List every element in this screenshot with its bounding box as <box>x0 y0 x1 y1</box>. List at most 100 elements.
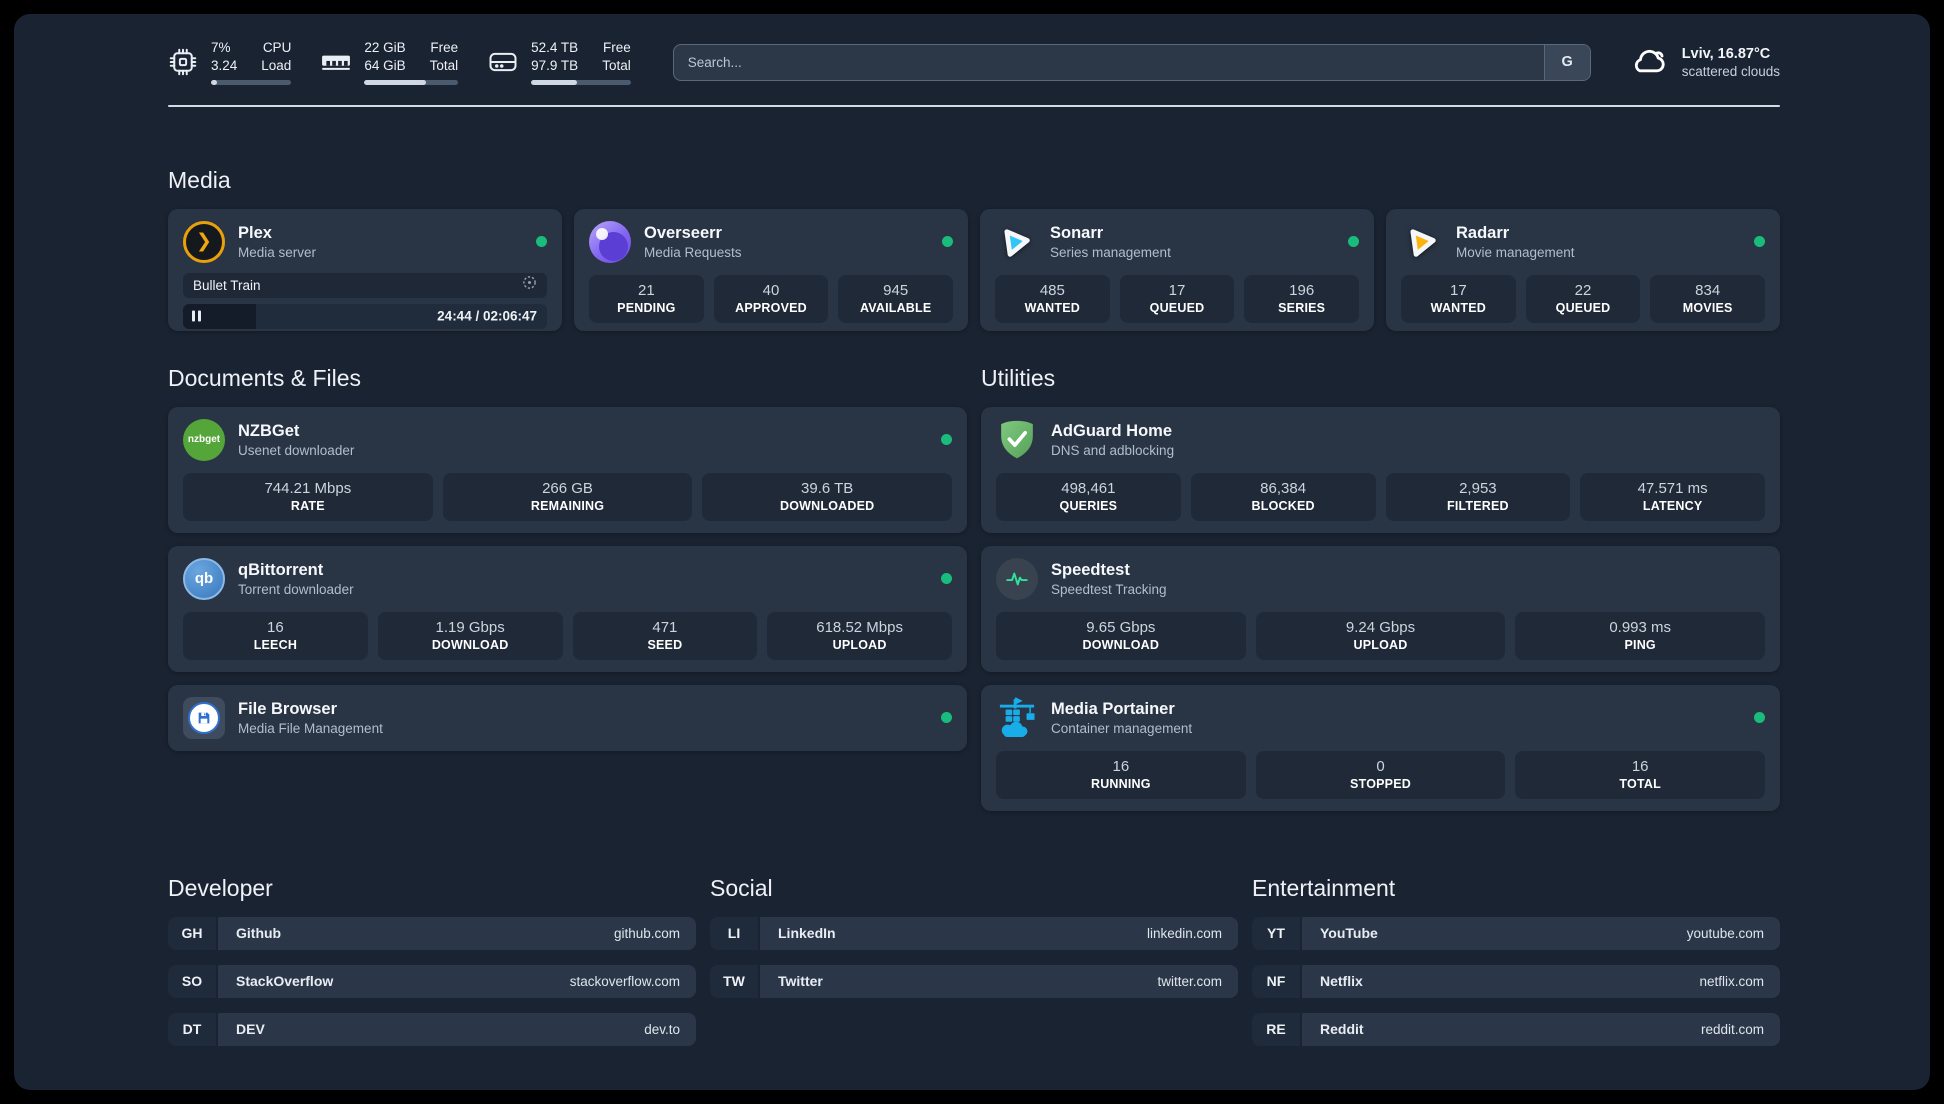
now-playing-row: Bullet Train <box>183 272 547 298</box>
app-name-radarr: Radarr <box>1456 223 1510 242</box>
stat-wanted: 485 WANTED <box>995 274 1110 323</box>
bookmark-stackoverflow[interactable]: SO StackOverflow stackoverflow.com <box>168 964 696 998</box>
status-dot <box>941 573 952 585</box>
stat-download: 9.65 Gbps DOWNLOAD <box>996 611 1246 660</box>
status-dot <box>941 434 952 446</box>
bookmark-youtube[interactable]: YT YouTube youtube.com <box>1252 916 1780 950</box>
search-input[interactable] <box>673 44 1544 80</box>
bookmark-url: stackoverflow.com <box>569 973 680 989</box>
dashboard-page: 7% 3.24 CPU Load 22 GiB 64 GiB Free Tota… <box>14 14 1930 1090</box>
sonarr-icon <box>995 221 1037 263</box>
bookmark-name: Github <box>236 925 282 942</box>
app-card-sonarr[interactable]: Sonarr Series management 485 WANTED 17 QUE… <box>980 208 1374 331</box>
stat-latency: 47.571 ms LATENCY <box>1580 472 1765 521</box>
ram-progress-bar <box>364 79 459 85</box>
app-name-speedtest: Speedtest <box>1051 560 1130 579</box>
app-card-portainer[interactable]: Media Portainer Container management 16 R… <box>981 684 1780 811</box>
filebrowser-icon <box>183 696 225 739</box>
disk-metric: 52.4 TB 97.9 TB Free Total <box>488 40 631 85</box>
bookmark-abbr: YT <box>1252 916 1300 950</box>
stat-download: 1.19 Gbps DOWNLOAD <box>377 611 563 660</box>
bookmark-url: twitter.com <box>1157 973 1222 989</box>
portainer-icon <box>996 696 1038 739</box>
player-progress-bar[interactable]: 24:44 / 02:06:47 <box>183 303 547 329</box>
system-metrics: 7% 3.24 CPU Load 22 GiB 64 GiB Free Tota… <box>168 40 631 85</box>
bookmark-reddit[interactable]: RE Reddit reddit.com <box>1252 1012 1780 1046</box>
bookmark-name: Reddit <box>1320 1021 1364 1038</box>
player-time: 24:44 / 02:06:47 <box>437 308 537 324</box>
cpu-label: CPU <box>262 40 292 55</box>
app-card-nzbget[interactable]: nzbget NZBGet Usenet downloader 744.21 M… <box>168 406 967 533</box>
bookmark-netflix[interactable]: NF Netflix netflix.com <box>1252 964 1780 998</box>
nzbget-icon: nzbget <box>183 418 225 461</box>
stat-stopped: 0 STOPPED <box>1255 750 1506 799</box>
bookmark-abbr: NF <box>1252 964 1300 998</box>
app-desc-radarr: Movie management <box>1456 244 1575 260</box>
ram-total-label: Total <box>429 57 459 73</box>
app-desc-speedtest: Speedtest Tracking <box>1051 581 1167 597</box>
bookmark-dev[interactable]: DT DEV dev.to <box>168 1012 696 1046</box>
bookmark-group-social: Social LI LinkedIn linkedin.com TW Twitte… <box>710 875 1238 1061</box>
status-dot <box>1754 236 1765 248</box>
bookmark-abbr: LI <box>710 916 758 950</box>
bookmark-twitter[interactable]: TW Twitter twitter.com <box>710 964 1238 998</box>
bookmark-name: YouTube <box>1320 925 1378 942</box>
cpu-load-value: 3.24 <box>211 57 238 73</box>
cpu-icon <box>168 47 198 77</box>
app-name-filebrowser: File Browser <box>238 699 338 718</box>
stat-rate: 744.21 Mbps RATE <box>183 472 433 521</box>
bookmark-linkedin[interactable]: LI LinkedIn linkedin.com <box>710 916 1238 950</box>
app-card-adguard[interactable]: AdGuard Home DNS and adblocking 498,461 Q… <box>981 406 1780 533</box>
radarr-icon <box>1401 221 1443 263</box>
cpu-metric: 7% 3.24 CPU Load <box>168 40 292 85</box>
section-title-documents: Documents & Files <box>168 364 362 391</box>
stat-movies: 834 MOVIES <box>1650 274 1766 323</box>
app-card-overseerr[interactable]: Overseerr Media Requests 21 PENDING 40 APP… <box>574 208 968 331</box>
status-dot <box>941 712 952 724</box>
stat-queued: 22 QUEUED <box>1525 274 1641 323</box>
app-card-plex[interactable]: ❯ Plex Media server Bullet Train 24:44 /… <box>168 208 562 331</box>
cpu-progress-bar <box>211 79 292 85</box>
stat-series: 196 SERIES <box>1244 274 1360 323</box>
bookmark-name: DEV <box>236 1021 265 1038</box>
header-divider <box>168 104 1780 107</box>
stat-ping: 0.993 ms PING <box>1515 611 1766 660</box>
bookmark-abbr: RE <box>1252 1012 1300 1046</box>
app-card-filebrowser[interactable]: File Browser Media File Management <box>168 684 967 751</box>
now-playing-title: Bullet Train <box>193 277 261 293</box>
app-card-speedtest[interactable]: Speedtest Speedtest Tracking 9.65 Gbps DO… <box>981 545 1780 672</box>
app-name-qbittorrent: qBittorrent <box>238 560 324 579</box>
nzbget-logo-text: nzbget <box>187 434 221 446</box>
header: 7% 3.24 CPU Load 22 GiB 64 GiB Free Tota… <box>168 40 1780 85</box>
app-desc-portainer: Container management <box>1051 720 1193 736</box>
bookmark-group-developer: Developer GH Github github.com SO StackOv… <box>168 875 696 1061</box>
disk-progress-bar <box>531 79 631 85</box>
disk-total-label: Total <box>602 57 631 73</box>
app-card-qbittorrent[interactable]: qb qBittorrent Torrent downloader 16 LEEC… <box>168 545 967 672</box>
search-engine-button[interactable]: G <box>1543 44 1590 80</box>
weather-location: Lviv, 16.87°C <box>1681 45 1771 62</box>
stat-upload: 618.52 Mbps UPLOAD <box>767 611 952 660</box>
app-desc-filebrowser: Media File Management <box>238 720 383 736</box>
overseerr-icon <box>589 220 631 263</box>
plex-icon: ❯ <box>183 220 225 263</box>
stat-blocked: 86,384 BLOCKED <box>1190 472 1376 521</box>
cloud-icon <box>1629 45 1669 80</box>
ram-total-value: 64 GiB <box>364 57 406 73</box>
stat-pending: 21 PENDING <box>589 274 704 323</box>
speedtest-icon <box>996 557 1038 600</box>
stat-queued: 17 QUEUED <box>1119 274 1235 323</box>
window-frame: 7% 3.24 CPU Load 22 GiB 64 GiB Free Tota… <box>0 0 1944 1104</box>
bookmark-url: github.com <box>613 925 680 941</box>
pause-icon[interactable] <box>192 310 201 322</box>
ram-metric: 22 GiB 64 GiB Free Total <box>321 40 459 85</box>
status-dot <box>942 236 953 248</box>
bookmark-url: linkedin.com <box>1146 925 1222 941</box>
bookmark-abbr: DT <box>168 1012 216 1046</box>
app-name-sonarr: Sonarr <box>1050 223 1104 242</box>
section-media: Media ❯ Plex Media server Bullet Train 2… <box>168 167 1780 331</box>
app-card-radarr[interactable]: Radarr Movie management 17 WANTED 22 QUEUE… <box>1386 208 1780 331</box>
bookmark-url: dev.to <box>644 1021 680 1037</box>
bookmark-github[interactable]: GH Github github.com <box>168 916 696 950</box>
ram-free-value: 22 GiB <box>364 40 406 55</box>
